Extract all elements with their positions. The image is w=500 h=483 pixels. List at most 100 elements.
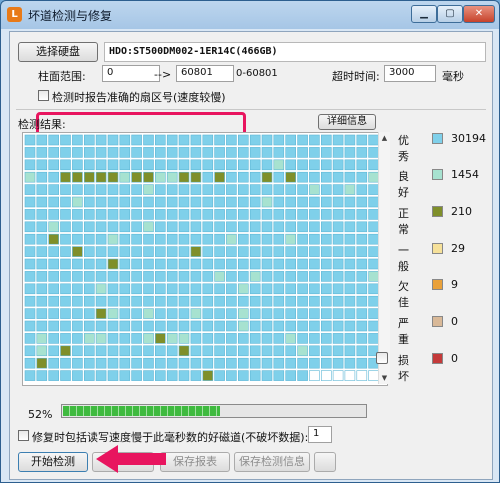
sector-block [178,357,190,369]
sector-block [60,271,71,282]
sector-block [356,271,368,282]
scroll-up-icon[interactable]: ▲ [380,134,389,142]
sector-block [273,345,285,357]
sector-block [261,159,273,171]
legend-count: 0 [451,315,458,328]
sector-block [285,295,297,307]
maximize-button[interactable]: ▢ [437,5,463,23]
sector-block [297,271,308,282]
repair-slow-checkbox[interactable] [18,430,29,441]
sector-block [178,134,190,146]
sector-block [60,295,71,307]
sector-block [356,196,368,208]
scroll-thumb[interactable] [376,352,388,364]
sector-block [261,233,273,245]
sector-block [190,134,202,146]
range-end-input[interactable]: 60801 [176,65,234,82]
sector-block [119,258,131,270]
sector-block [131,134,142,146]
save-report-button[interactable]: 保存报表 [160,452,230,472]
repair-threshold-input[interactable]: 1 [308,426,332,443]
sector-block [166,246,178,257]
sector-block [131,345,142,357]
sector-block [344,345,356,357]
sector-block [202,233,214,245]
sector-block [309,333,320,344]
sector-block [48,134,60,146]
sector-block [36,196,48,208]
sector-block [202,283,214,295]
sector-block [190,159,202,171]
sector-block [332,283,344,295]
dialog-body: 选择硬盘 HDO:ST500DM002-1ER14C(466GB) 柱面范围: … [9,31,493,480]
select-disk-button[interactable]: 选择硬盘 [18,42,98,62]
sector-block [332,134,344,146]
sector-block [297,134,308,146]
sector-block [24,308,36,319]
sector-block [178,246,190,257]
sector-block [95,295,107,307]
sector-block [166,357,178,369]
sector-block [83,221,95,233]
sector-block [356,295,368,307]
sector-block [48,333,60,344]
minimize-button[interactable]: ▁ [411,5,437,23]
sector-block [285,271,297,282]
sector-block [166,221,178,233]
sector-block [155,333,166,344]
sector-block [83,134,95,146]
sector-block [119,320,131,332]
sector-block [320,283,332,295]
sector-block [309,308,320,319]
scroll-down-icon[interactable]: ▼ [380,374,389,382]
sector-block [356,209,368,220]
sector-block [297,159,308,171]
sector-block [143,271,154,282]
sector-block [202,246,214,257]
sector-block [107,246,119,257]
sector-block [72,357,83,369]
extra-button[interactable] [314,452,336,472]
sector-block [131,171,142,183]
sector-block [285,345,297,357]
sector-block [344,258,356,270]
timeout-input[interactable]: 3000 [384,65,436,82]
sector-block [24,258,36,270]
sector-block [166,308,178,319]
sector-block [273,271,285,282]
legend-count: 0 [451,352,458,365]
sector-block [119,333,131,344]
sector-block [285,246,297,257]
sector-block [178,184,190,195]
sector-block [107,134,119,146]
sector-block [166,333,178,344]
sector-block [202,196,214,208]
sector-block [143,283,154,295]
sector-block [119,159,131,171]
details-button[interactable]: 详细信息 [318,114,376,130]
sector-block [48,196,60,208]
sector-block [320,134,332,146]
sector-block [297,233,308,245]
title-bar[interactable]: L 坏道检测与修复 ▁ ▢ ✕ [1,1,499,29]
legend-count: 30194 [451,132,486,145]
sector-block [285,320,297,332]
sector-block [155,209,166,220]
sector-map-scrollbar[interactable]: ▲ ▼ [378,132,390,384]
sector-block [36,258,48,270]
sector-block [226,345,237,357]
sector-block [72,308,83,319]
sector-block [356,184,368,195]
sector-block [297,333,308,344]
legend-swatch [432,206,443,217]
save-scan-info-button[interactable]: 保存检测信息 [234,452,310,472]
report-sector-checkbox[interactable] [38,90,49,101]
close-button[interactable]: ✕ [463,5,495,23]
start-scan-button[interactable]: 开始检测 [18,452,88,472]
range-start-input[interactable]: 0 [102,65,160,82]
sector-block [356,357,368,369]
sector-block [48,308,60,319]
sector-block [143,159,154,171]
sector-block [24,333,36,344]
sector-block [131,159,142,171]
